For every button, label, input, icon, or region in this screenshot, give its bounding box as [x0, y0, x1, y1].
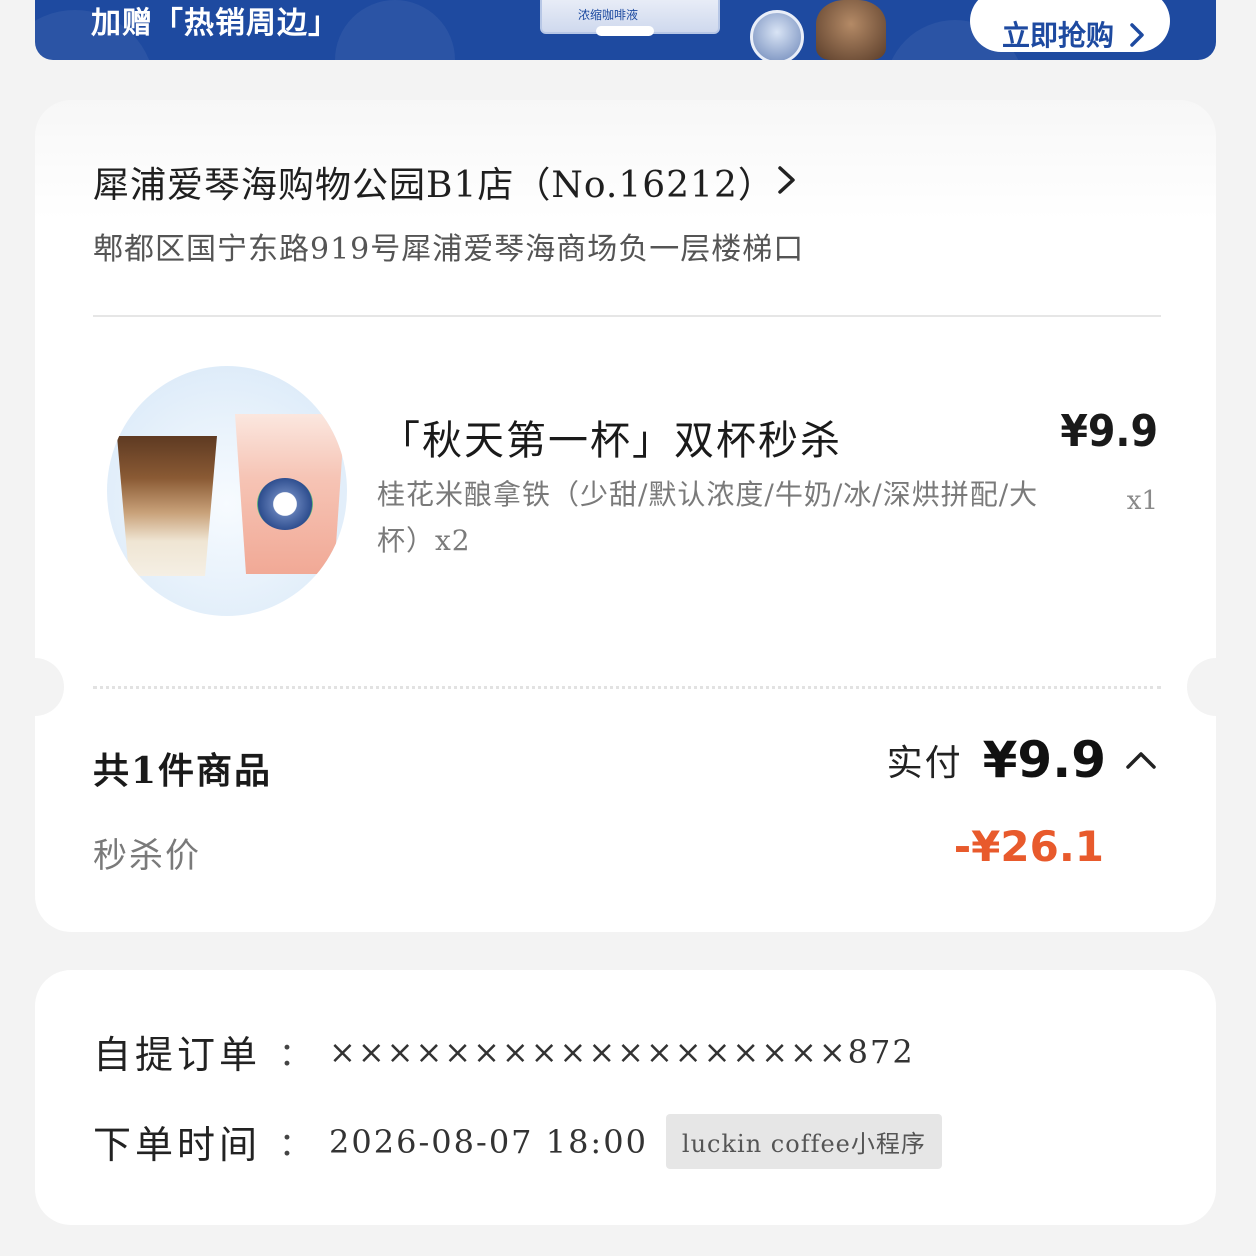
store-name[interactable]: 犀浦爱琴海购物公园B1店（No.16212）: [93, 156, 775, 208]
banner-product-label: 浓缩咖啡液: [578, 8, 639, 22]
product-quantity: x1: [1126, 486, 1158, 516]
buy-now-label: 立即抢购: [1002, 19, 1115, 52]
order-number-label: 自提订单: [93, 1033, 262, 1077]
store-address: 郫都区国宁东路919号犀浦爱琴海商场负一层楼梯口: [93, 232, 805, 267]
paid-amount: ¥9.9: [982, 731, 1106, 789]
chevron-right-icon[interactable]: [775, 164, 799, 196]
product-price: ¥9.9: [1060, 406, 1158, 457]
order-time-row: 下单时间 ： 2026-08-07 18:00 luckin coffee小程序: [93, 1114, 942, 1169]
order-source-badge: luckin coffee小程序: [665, 1114, 942, 1169]
order-info-card: 自提订单 ： ××××××××××××××××××872 下单时间 ： 2026…: [35, 970, 1216, 1225]
ticket-notch: [1187, 658, 1245, 716]
coffee-drink-image: [816, 0, 886, 60]
latte-cup-image: [117, 436, 217, 576]
order-time-label: 下单时间: [93, 1123, 262, 1167]
ticket-notch: [6, 658, 64, 716]
promo-banner[interactable]: 加赠「热销周边」 浓缩咖啡液 立即抢购: [35, 0, 1216, 60]
product-spec: 桂花米酿拿铁（少甜/默认浓度/牛奶/冰/深烘拼配/大杯）x2: [377, 478, 1039, 557]
item-count: 共1件商品: [93, 750, 273, 792]
product-image: [107, 366, 347, 616]
banner-pagination-indicator: [596, 26, 654, 36]
coffee-concentrate-box-image: 浓缩咖啡液: [540, 0, 720, 36]
product-title: 「秋天第一杯」双杯秒杀: [380, 418, 842, 464]
order-number-row: 自提订单 ： ××××××××××××××××××872: [93, 1024, 915, 1079]
colon: ：: [279, 1124, 312, 1163]
chevron-right-icon: [1130, 23, 1144, 47]
divider: [93, 315, 1161, 317]
banner-text: 加赠「热销周边」: [91, 6, 339, 41]
order-number-value: ××××××××××××××××××872: [329, 1032, 915, 1071]
order-card: 犀浦爱琴海购物公园B1店（No.16212） 郫都区国宁东路919号犀浦爱琴海商…: [6, 100, 1245, 932]
coffee-capsule-image: [750, 10, 804, 60]
banner-product-images: 浓缩咖啡液: [540, 0, 886, 60]
dotted-divider: [93, 686, 1161, 689]
luckin-logo-icon: [257, 478, 313, 530]
banner-decor-bubble: [335, 0, 455, 60]
order-time-value: 2026-08-07 18:00: [329, 1122, 648, 1161]
discount-amount: -¥26.1: [953, 822, 1104, 871]
chevron-up-icon[interactable]: [1124, 748, 1158, 772]
paid-summary[interactable]: 实付 ¥9.9: [887, 730, 1158, 790]
paid-label: 实付: [886, 743, 963, 784]
colon: ：: [279, 1034, 312, 1073]
buy-now-button[interactable]: 立即抢购: [970, 0, 1170, 52]
discount-label: 秒杀价: [93, 836, 201, 876]
